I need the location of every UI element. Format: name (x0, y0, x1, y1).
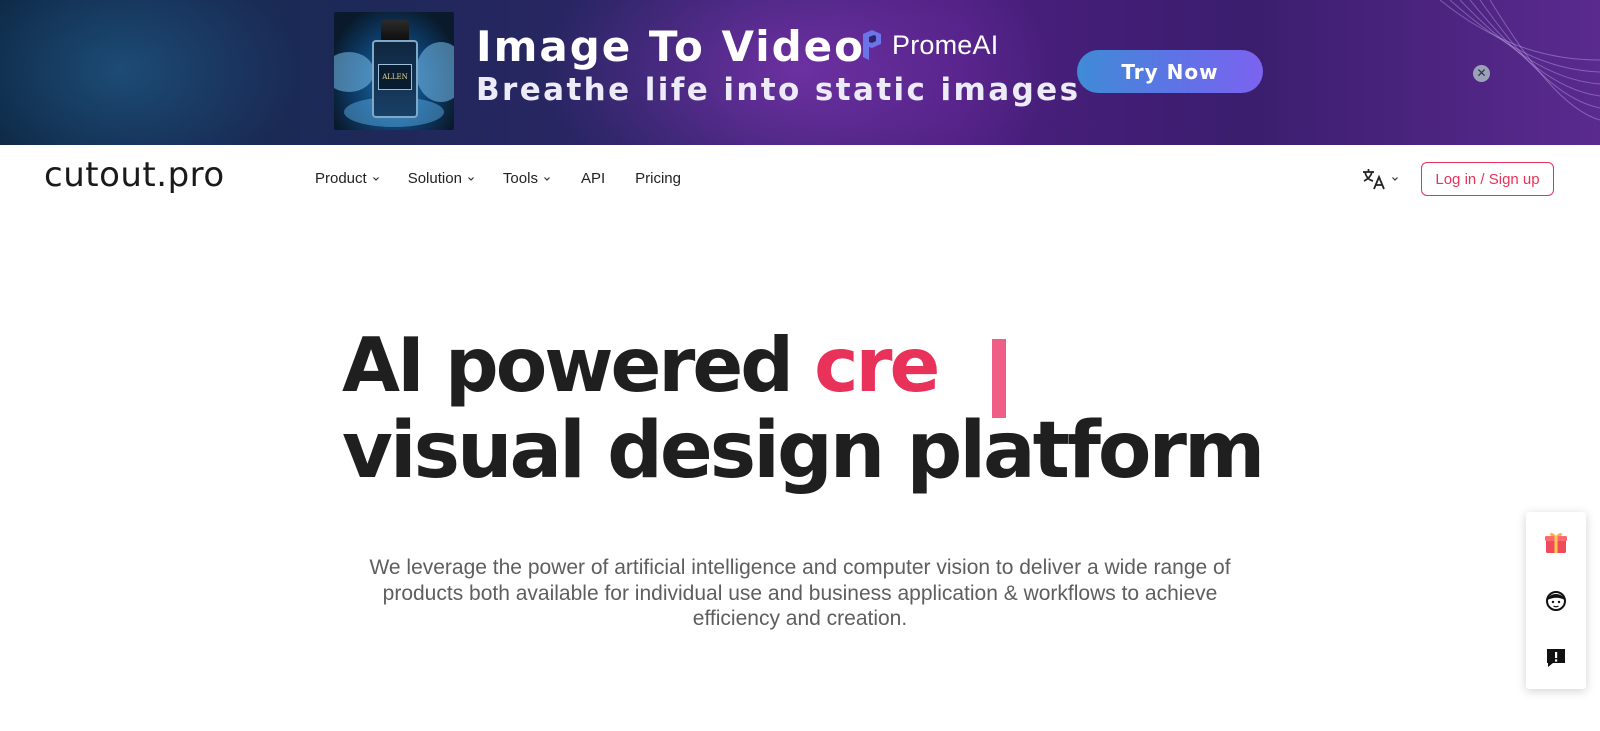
hero-headline-line2: visual design platform (342, 406, 1265, 496)
chevron-down-icon (1392, 177, 1398, 181)
nav-item-label: Tools (502, 170, 538, 187)
hero-typing-text: cre (814, 321, 940, 409)
promeai-brand: PromeAI (860, 28, 998, 62)
banner-title: Image To Video (476, 22, 866, 71)
chevron-down-icon (467, 176, 474, 181)
chevron-down-icon (544, 176, 550, 181)
nav-item-solution[interactable]: Solution (408, 170, 475, 187)
chevron-down-icon (372, 176, 379, 181)
perfume-bottle-thumbnail: ALLEN (334, 12, 454, 130)
nav-item-product[interactable]: Product (315, 170, 380, 187)
nav-item-label: Pricing (635, 170, 681, 187)
close-icon[interactable]: ✕ (1473, 65, 1490, 82)
feedback-icon[interactable] (1541, 643, 1571, 673)
banner-subtitle: Breathe life into static images (476, 72, 1081, 108)
promeai-name: PromeAI (892, 29, 999, 60)
login-signup-button[interactable]: Log in / Sign up (1421, 162, 1554, 196)
translate-icon (1363, 169, 1385, 190)
promo-banner[interactable]: ALLEN Image To Video Breathe life into s… (0, 0, 1600, 145)
support-agent-icon[interactable] (1541, 586, 1571, 616)
bottle-label: ALLEN (378, 64, 412, 90)
nav-item-label: Solution (407, 170, 462, 187)
hero-description: We leverage the power of artificial inte… (369, 556, 1231, 630)
banner-wave-decoration (1439, 0, 1600, 121)
nav-item-label: API (580, 170, 606, 187)
top-navigation: cutout.pro Product Solution Tools API Pr… (0, 145, 1600, 213)
hero-headline-line1: AI powered cre (342, 328, 940, 403)
hero-headline-text: AI powered (342, 321, 815, 409)
floating-help-panel (1526, 512, 1586, 689)
nav-item-api[interactable]: API (581, 170, 605, 187)
language-selector[interactable] (1361, 167, 1399, 191)
promeai-logo-icon (863, 30, 881, 60)
nav-item-tools[interactable]: Tools (503, 170, 551, 187)
try-now-button[interactable]: Try Now (1077, 50, 1263, 93)
nav-item-pricing[interactable]: Pricing (635, 170, 681, 187)
main-menu: Product Solution Tools API Pricing (315, 170, 681, 187)
gift-icon[interactable] (1541, 527, 1571, 557)
nav-item-label: Product (315, 170, 367, 187)
banner-background-glow-left (0, 0, 300, 145)
cutout-pro-logo[interactable]: cutout.pro (44, 155, 225, 195)
